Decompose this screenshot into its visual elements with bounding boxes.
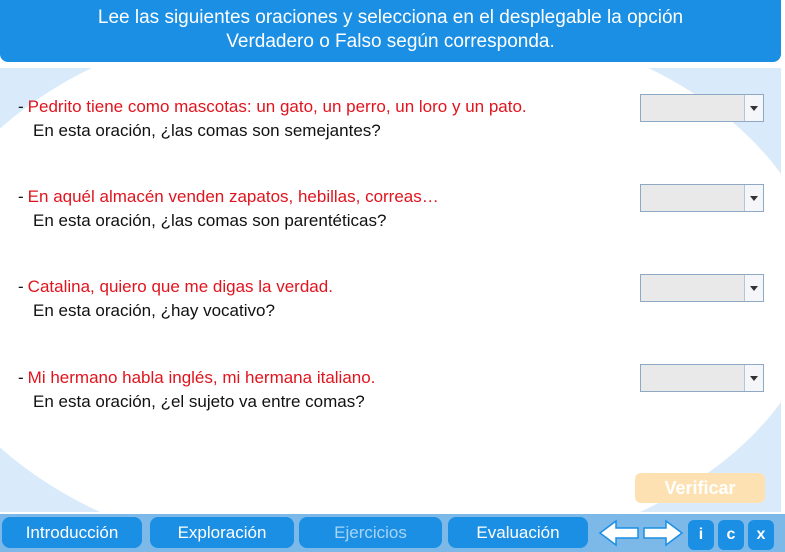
credits-button[interactable]: c — [718, 520, 744, 550]
tab-exploracion[interactable]: Exploración — [150, 517, 294, 548]
question-sentence: En aquél almacén venden zapatos, hebilla… — [27, 187, 439, 206]
question-dash: - — [18, 368, 24, 387]
answer-select-3[interactable] — [640, 274, 764, 302]
question-sentence: Catalina, quiero que me digas la verdad. — [27, 277, 333, 296]
arrow-left-icon[interactable] — [598, 518, 640, 548]
question-dash: - — [18, 187, 24, 206]
question-prompt: En esta oración, ¿las comas son parentét… — [33, 211, 387, 230]
chevron-down-icon[interactable] — [744, 275, 763, 301]
question-prompt: En esta oración, ¿las comas son semejant… — [33, 121, 381, 140]
question-dash: - — [18, 277, 24, 296]
chevron-down-icon[interactable] — [744, 95, 763, 121]
answer-select-1[interactable] — [640, 94, 764, 122]
question-4: - Mi hermano habla inglés, mi hermana ita… — [18, 366, 628, 414]
answer-select-4[interactable] — [640, 364, 764, 392]
instructions-line-2: Verdadero o Falso según corresponda. — [226, 31, 555, 52]
close-button[interactable]: x — [748, 520, 774, 550]
tab-ejercicios[interactable]: Ejercicios — [299, 517, 442, 548]
instructions-header: Lee las siguientes oraciones y seleccion… — [0, 0, 781, 62]
footer-nav: Introducción Exploración Ejercicios Eval… — [0, 514, 785, 552]
app-frame: Lee las siguientes oraciones y seleccion… — [0, 0, 785, 552]
question-prompt: En esta oración, ¿el sujeto va entre com… — [33, 392, 365, 411]
arrow-right-icon[interactable] — [642, 518, 684, 548]
chevron-down-icon[interactable] — [744, 365, 763, 391]
question-2: - En aquél almacén venden zapatos, hebill… — [18, 185, 628, 233]
question-1: - Pedrito tiene como mascotas: un gato, u… — [18, 95, 628, 143]
question-prompt: En esta oración, ¿hay vocativo? — [33, 301, 275, 320]
tab-evaluacion[interactable]: Evaluación — [448, 517, 588, 548]
tab-introduccion[interactable]: Introducción — [2, 517, 142, 548]
answer-select-2[interactable] — [640, 184, 764, 212]
verify-button[interactable]: Verificar — [635, 473, 765, 503]
chevron-down-icon[interactable] — [744, 185, 763, 211]
question-3: - Catalina, quiero que me digas la verdad… — [18, 275, 628, 323]
question-sentence: Pedrito tiene como mascotas: un gato, un… — [27, 97, 527, 116]
question-dash: - — [18, 97, 24, 116]
instructions-line-1: Lee las siguientes oraciones y seleccion… — [97, 7, 684, 28]
info-button[interactable]: i — [688, 520, 714, 550]
question-sentence: Mi hermano habla inglés, mi hermana ital… — [27, 368, 376, 387]
